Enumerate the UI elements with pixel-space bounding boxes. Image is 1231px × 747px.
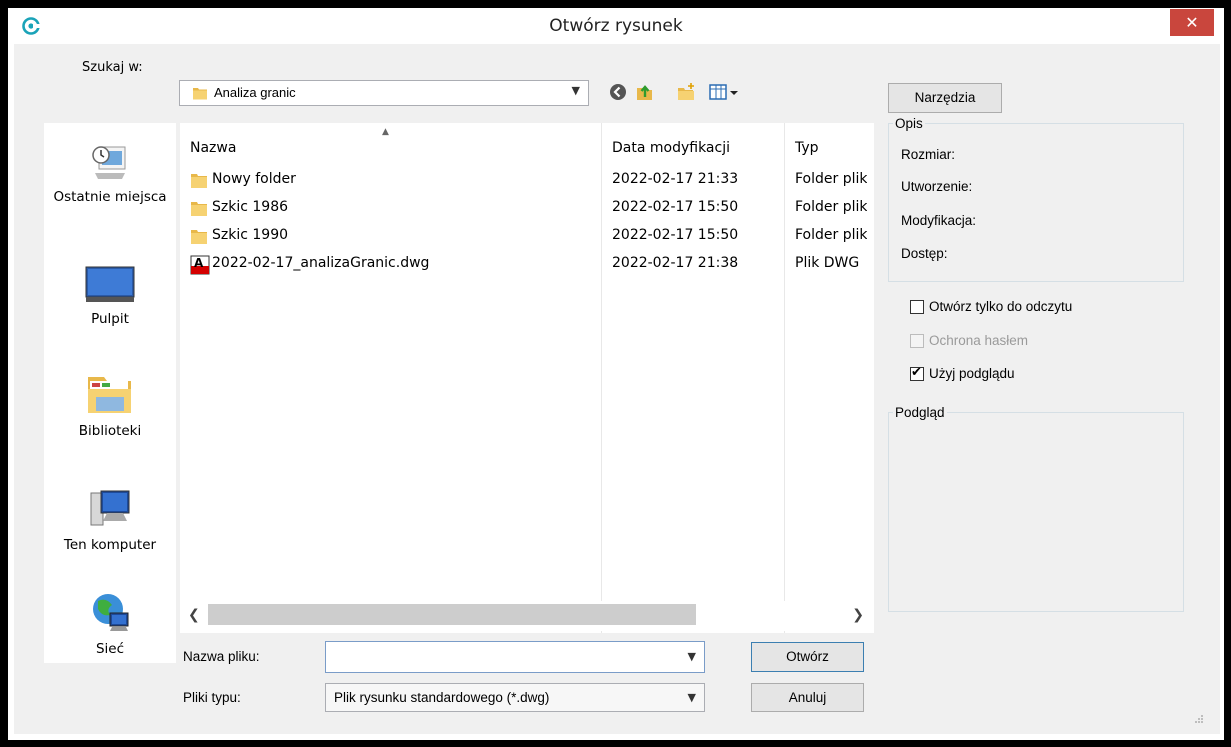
file-row[interactable]: Szkic 1990 2022-02-17 15:50 Folder plikó… xyxy=(180,225,874,247)
preview-title: Podgląd xyxy=(893,405,947,420)
title-bar[interactable]: Otwórz rysunek ✕ xyxy=(8,8,1224,44)
tools-button[interactable]: Narzędzia xyxy=(888,83,1002,113)
column-header-type[interactable]: Typ xyxy=(795,140,819,156)
place-desktop[interactable]: Pulpit xyxy=(44,265,176,327)
modified-label: Modyfikacja: xyxy=(901,213,977,228)
file-row[interactable]: A 2022-02-17_analizaGranic.dwg 2022-02-1… xyxy=(180,253,874,275)
filetype-select[interactable]: Plik rysunku standardowego (*.dwg) ▼ xyxy=(325,683,705,712)
size-label: Rozmiar: xyxy=(901,147,956,162)
sort-ascending-icon: ▲ xyxy=(382,127,389,137)
close-icon: ✕ xyxy=(1185,13,1199,32)
resize-grip-icon[interactable] xyxy=(1194,714,1204,724)
filetype-label: Pliki typu: xyxy=(183,690,241,705)
open-button[interactable]: Otwórz xyxy=(751,642,864,672)
new-folder-icon[interactable] xyxy=(676,82,696,102)
scroll-right-icon[interactable]: ❯ xyxy=(852,607,864,623)
folder-icon xyxy=(191,202,207,216)
file-list[interactable]: ▲ Nazwa Data modyfikacji Typ Nowy folder… xyxy=(180,123,874,633)
created-label: Utworzenie: xyxy=(901,179,973,194)
file-date: 2022-02-17 21:38 xyxy=(612,255,739,271)
file-type: Plik DWG xyxy=(795,255,860,271)
back-icon[interactable] xyxy=(608,82,628,102)
file-date: 2022-02-17 15:50 xyxy=(612,199,739,215)
chevron-down-icon: ▼ xyxy=(571,84,580,97)
chevron-down-icon[interactable]: ▼ xyxy=(688,650,696,663)
recent-places-icon xyxy=(92,146,126,179)
file-name: Nowy folder xyxy=(212,171,296,187)
view-menu-icon[interactable] xyxy=(708,82,748,102)
checkmark-icon: ✔ xyxy=(911,365,922,380)
places-bar: Ostatnie miejsca Pulpit Biblioteki Ten k… xyxy=(44,123,176,663)
up-folder-icon[interactable] xyxy=(634,82,654,102)
preview-checkbox-label[interactable]: Użyj podglądu xyxy=(929,366,1015,381)
description-title: Opis xyxy=(893,116,925,131)
folder-icon xyxy=(191,174,207,188)
column-header-date[interactable]: Data modyfikacji xyxy=(612,140,730,156)
desktop-icon xyxy=(85,266,135,302)
column-header-name[interactable]: Nazwa xyxy=(190,140,236,156)
place-label: Ostatnie miejsca xyxy=(53,189,167,205)
place-network[interactable]: Sieć xyxy=(44,591,176,657)
lookin-label: Szukaj w: xyxy=(82,60,143,75)
access-label: Dostęp: xyxy=(901,246,948,261)
file-date: 2022-02-17 15:50 xyxy=(612,227,739,243)
lookin-value: Analiza granic xyxy=(214,85,296,100)
filename-label: Nazwa pliku: xyxy=(183,649,260,664)
preview-group: Podgląd xyxy=(888,405,1184,612)
password-label: Ochrona hasłem xyxy=(929,333,1029,348)
libraries-icon xyxy=(88,377,131,413)
place-label: Sieć xyxy=(95,641,125,657)
place-recent[interactable]: Ostatnie miejsca xyxy=(44,141,176,205)
folder-icon xyxy=(193,88,207,100)
readonly-label[interactable]: Otwórz tylko do odczytu xyxy=(929,299,1072,314)
close-button[interactable]: ✕ xyxy=(1170,9,1214,36)
filetype-value: Plik rysunku standardowego (*.dwg) xyxy=(334,690,550,705)
file-row[interactable]: Nowy folder 2022-02-17 21:33 Folder plik… xyxy=(180,169,874,191)
folder-icon xyxy=(191,230,207,244)
svg-text:A: A xyxy=(194,256,204,270)
place-libraries[interactable]: Biblioteki xyxy=(44,373,176,439)
password-checkbox xyxy=(910,334,924,348)
file-type: Folder plików xyxy=(795,199,867,215)
open-drawing-dialog: Otwórz rysunek ✕ Szukaj w: Analiza grani… xyxy=(8,8,1224,740)
place-this-pc[interactable]: Ten komputer xyxy=(44,487,176,553)
place-label: Pulpit xyxy=(91,311,129,327)
file-name: 2022-02-17_analizaGranic.dwg xyxy=(212,255,430,271)
file-type: Folder plików xyxy=(795,227,867,243)
file-row[interactable]: Szkic 1986 2022-02-17 15:50 Folder plikó… xyxy=(180,197,874,219)
file-type: Folder plików xyxy=(795,171,867,187)
horizontal-scrollbar[interactable]: ❮ ❯ xyxy=(180,601,874,631)
chevron-down-icon: ▼ xyxy=(687,691,696,704)
file-name: Szkic 1986 xyxy=(212,199,289,215)
lookin-dropdown[interactable]: Analiza granic ▼ xyxy=(179,80,589,106)
window-title: Otwórz rysunek xyxy=(549,16,683,36)
filename-input[interactable]: ▼ xyxy=(325,641,705,673)
network-icon xyxy=(93,594,129,631)
scroll-left-icon[interactable]: ❮ xyxy=(188,607,200,623)
dwg-file-icon: A xyxy=(190,255,210,275)
computer-icon xyxy=(90,490,130,526)
scrollbar-thumb[interactable] xyxy=(208,604,696,625)
place-label: Ten komputer xyxy=(63,537,157,553)
preview-checkbox[interactable]: ✔ xyxy=(910,365,924,381)
readonly-checkbox[interactable] xyxy=(910,300,924,314)
file-name: Szkic 1990 xyxy=(212,227,289,243)
place-label: Biblioteki xyxy=(78,423,142,439)
cancel-button[interactable]: Anuluj xyxy=(751,683,864,712)
file-date: 2022-02-17 21:33 xyxy=(612,171,739,187)
